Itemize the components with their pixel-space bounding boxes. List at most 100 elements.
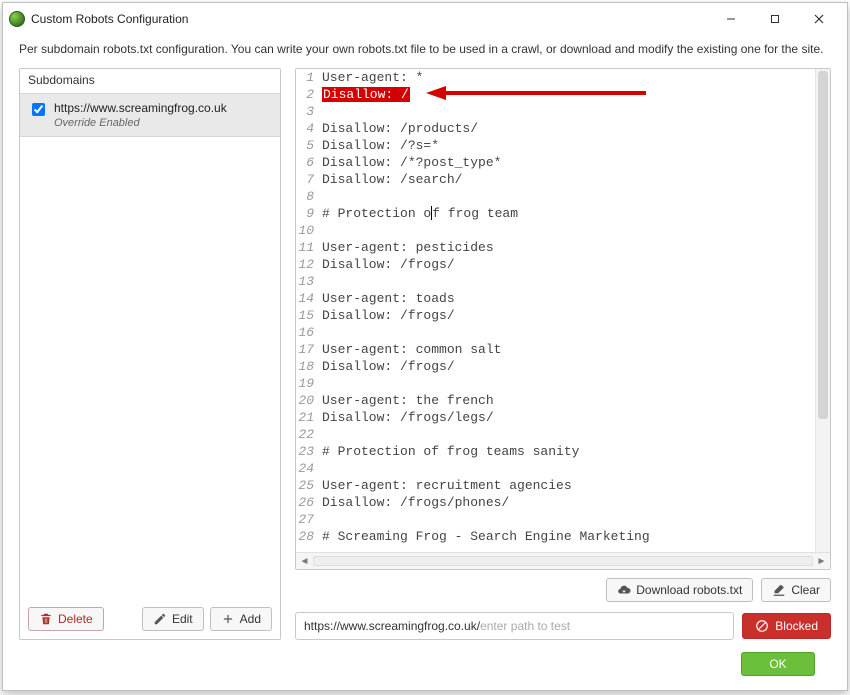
plus-icon bbox=[221, 612, 235, 626]
code-line[interactable]: 5Disallow: /?s=* bbox=[296, 137, 830, 154]
code-text[interactable]: User-agent: recruitment agencies bbox=[320, 477, 830, 494]
code-text[interactable] bbox=[320, 426, 830, 443]
code-text[interactable]: Disallow: /frogs/ bbox=[320, 307, 830, 324]
line-number: 2 bbox=[296, 86, 320, 103]
test-prefix: https://www.screamingfrog.co.uk/ bbox=[304, 619, 480, 633]
code-text[interactable] bbox=[320, 511, 830, 528]
code-text[interactable]: Disallow: /frogs/phones/ bbox=[320, 494, 830, 511]
code-line[interactable]: 4Disallow: /products/ bbox=[296, 120, 830, 137]
code-line[interactable]: 17User-agent: common salt bbox=[296, 341, 830, 358]
app-icon bbox=[9, 11, 25, 27]
code-line[interactable]: 24 bbox=[296, 460, 830, 477]
code-text[interactable]: Disallow: /?s=* bbox=[320, 137, 830, 154]
code-line[interactable]: 14User-agent: toads bbox=[296, 290, 830, 307]
hscroll-right-arrow[interactable]: ► bbox=[813, 556, 830, 567]
code-line[interactable]: 12Disallow: /frogs/ bbox=[296, 256, 830, 273]
delete-button[interactable]: Delete bbox=[28, 607, 104, 631]
code-line[interactable]: 8 bbox=[296, 188, 830, 205]
code-text[interactable]: Disallow: / bbox=[320, 86, 830, 103]
test-row: https://www.screamingfrog.co.uk/enter pa… bbox=[295, 606, 831, 640]
line-number: 26 bbox=[296, 494, 320, 511]
code-line[interactable]: 20User-agent: the french bbox=[296, 392, 830, 409]
eraser-icon bbox=[772, 583, 786, 597]
subdomain-url: https://www.screamingfrog.co.uk bbox=[54, 101, 227, 115]
robots-editor[interactable]: 1User-agent: *2Disallow: /34Disallow: /p… bbox=[295, 68, 831, 570]
ok-label: OK bbox=[769, 657, 786, 671]
code-text[interactable]: User-agent: the french bbox=[320, 392, 830, 409]
line-number: 14 bbox=[296, 290, 320, 307]
code-line[interactable]: 23# Protection of frog teams sanity bbox=[296, 443, 830, 460]
code-text[interactable]: Disallow: /frogs/ bbox=[320, 256, 830, 273]
code-text[interactable]: Disallow: /frogs/legs/ bbox=[320, 409, 830, 426]
close-button[interactable] bbox=[797, 4, 841, 34]
code-line[interactable]: 19 bbox=[296, 375, 830, 392]
code-line[interactable]: 9# Protection of frog team bbox=[296, 205, 830, 222]
code-line[interactable]: 11User-agent: pesticides bbox=[296, 239, 830, 256]
horizontal-scrollbar[interactable]: ◄ ► bbox=[296, 552, 830, 569]
editor-content[interactable]: 1User-agent: *2Disallow: /34Disallow: /p… bbox=[296, 69, 830, 552]
code-text[interactable] bbox=[320, 103, 830, 120]
code-line[interactable]: 10 bbox=[296, 222, 830, 239]
editor-buttons-row: Download robots.txt Clear bbox=[295, 570, 831, 606]
add-button[interactable]: Add bbox=[210, 607, 272, 631]
code-line[interactable]: 27 bbox=[296, 511, 830, 528]
code-line[interactable]: 18Disallow: /frogs/ bbox=[296, 358, 830, 375]
code-line[interactable]: 7Disallow: /search/ bbox=[296, 171, 830, 188]
code-text[interactable]: User-agent: pesticides bbox=[320, 239, 830, 256]
subdomain-list[interactable]: https://www.screamingfrog.co.uk Override… bbox=[20, 94, 280, 599]
code-line[interactable]: 25User-agent: recruitment agencies bbox=[296, 477, 830, 494]
code-line[interactable]: 15Disallow: /frogs/ bbox=[296, 307, 830, 324]
edit-label: Edit bbox=[172, 612, 193, 626]
test-result-label: Blocked bbox=[775, 619, 818, 633]
code-text[interactable] bbox=[320, 188, 830, 205]
download-label: Download robots.txt bbox=[636, 583, 742, 597]
vertical-scrollbar[interactable] bbox=[815, 69, 830, 552]
hscroll-left-arrow[interactable]: ◄ bbox=[296, 556, 313, 567]
code-line[interactable]: 6Disallow: /*?post_type* bbox=[296, 154, 830, 171]
code-line[interactable]: 1User-agent: * bbox=[296, 69, 830, 86]
code-text[interactable]: # Protection of frog teams sanity bbox=[320, 443, 830, 460]
maximize-button[interactable] bbox=[753, 4, 797, 34]
line-number: 9 bbox=[296, 205, 320, 222]
download-robots-button[interactable]: Download robots.txt bbox=[606, 578, 753, 602]
code-text[interactable]: Disallow: /products/ bbox=[320, 120, 830, 137]
code-line[interactable]: 21Disallow: /frogs/legs/ bbox=[296, 409, 830, 426]
code-text[interactable]: User-agent: common salt bbox=[320, 341, 830, 358]
line-number: 23 bbox=[296, 443, 320, 460]
ok-button[interactable]: OK bbox=[741, 652, 815, 676]
line-number: 15 bbox=[296, 307, 320, 324]
vertical-scrollbar-thumb[interactable] bbox=[818, 71, 828, 418]
code-line[interactable]: 13 bbox=[296, 273, 830, 290]
code-text[interactable] bbox=[320, 273, 830, 290]
code-text[interactable] bbox=[320, 324, 830, 341]
subdomain-checkbox[interactable] bbox=[32, 103, 45, 116]
code-text[interactable]: Disallow: /frogs/ bbox=[320, 358, 830, 375]
code-line[interactable]: 26Disallow: /frogs/phones/ bbox=[296, 494, 830, 511]
code-text[interactable]: # Screaming Frog - Search Engine Marketi… bbox=[320, 528, 830, 545]
minimize-button[interactable] bbox=[709, 4, 753, 34]
code-line[interactable]: 22 bbox=[296, 426, 830, 443]
subdomain-override-label: Override Enabled bbox=[54, 117, 227, 129]
dialog-footer: OK bbox=[19, 640, 831, 676]
code-text[interactable] bbox=[320, 222, 830, 239]
subdomain-item[interactable]: https://www.screamingfrog.co.uk Override… bbox=[20, 94, 280, 137]
hscroll-track[interactable] bbox=[313, 556, 813, 566]
clear-button[interactable]: Clear bbox=[761, 578, 831, 602]
code-text[interactable]: Disallow: /*?post_type* bbox=[320, 154, 830, 171]
code-text[interactable]: Disallow: /search/ bbox=[320, 171, 830, 188]
code-text[interactable] bbox=[320, 460, 830, 477]
code-text[interactable] bbox=[320, 375, 830, 392]
cloud-download-icon bbox=[617, 583, 631, 597]
code-line[interactable]: 28# Screaming Frog - Search Engine Marke… bbox=[296, 528, 830, 545]
line-number: 28 bbox=[296, 528, 320, 545]
code-line[interactable]: 16 bbox=[296, 324, 830, 341]
code-line[interactable]: 2Disallow: / bbox=[296, 86, 830, 103]
edit-button[interactable]: Edit bbox=[142, 607, 204, 631]
line-number: 13 bbox=[296, 273, 320, 290]
code-text[interactable]: # Protection of frog team bbox=[320, 205, 830, 222]
line-number: 20 bbox=[296, 392, 320, 409]
code-text[interactable]: User-agent: toads bbox=[320, 290, 830, 307]
test-path-input[interactable]: https://www.screamingfrog.co.uk/enter pa… bbox=[295, 612, 734, 640]
code-text[interactable]: User-agent: * bbox=[320, 69, 830, 86]
code-line[interactable]: 3 bbox=[296, 103, 830, 120]
